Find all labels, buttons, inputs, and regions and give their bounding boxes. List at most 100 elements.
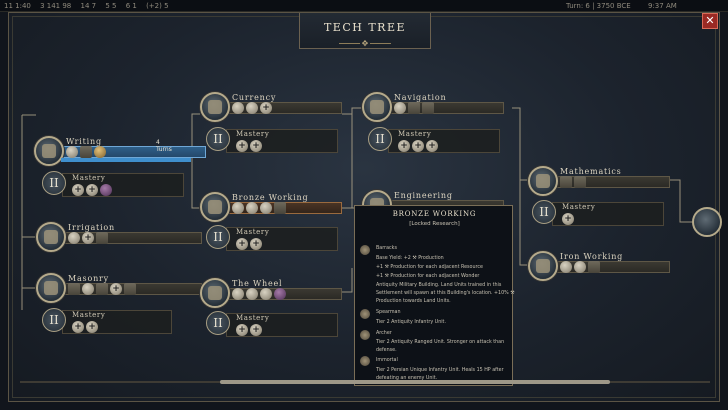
unlock-icons: + <box>68 232 108 245</box>
research-progress-bar <box>61 158 191 162</box>
mastery-label: Mastery <box>72 311 106 319</box>
plus-icon[interactable]: + <box>250 238 262 250</box>
tooltip-line: Tier 2 Antiquity Infantry Unit. <box>376 320 446 325</box>
unlock-icons <box>394 102 434 115</box>
unlock-circle-icon[interactable] <box>246 288 258 300</box>
unlock-circle-icon[interactable] <box>66 146 78 158</box>
unlock-cavalry-icon[interactable] <box>560 261 572 273</box>
plus-icon[interactable]: + <box>72 321 84 333</box>
plus-icon[interactable]: + <box>426 140 438 152</box>
mastery-label: Mastery <box>236 130 270 138</box>
unlock-spearman-icon[interactable] <box>246 202 258 214</box>
unlock-icons: + <box>68 283 136 296</box>
unlock-circle-icon[interactable] <box>82 283 94 295</box>
unlock-building-icon[interactable] <box>560 176 572 188</box>
unlock-icons <box>560 261 600 274</box>
unlock-soldier-icon[interactable] <box>574 261 586 273</box>
mastery-label: Mastery <box>562 203 596 211</box>
tooltip-line: Production towards Land Units. <box>376 299 451 304</box>
mastery-numeral: II <box>42 308 66 332</box>
plus-icon[interactable]: + <box>412 140 424 152</box>
bronze-icon <box>208 200 222 214</box>
unlock-building-icon[interactable] <box>96 232 108 244</box>
unlock-icons: + <box>232 102 272 115</box>
unlock-circle-icon[interactable] <box>260 288 272 300</box>
brick-icon <box>44 281 58 295</box>
unlock-building-icon[interactable] <box>96 283 108 295</box>
tooltip-subtitle: [Locked Research] <box>409 221 460 227</box>
bronze-working-medal <box>200 192 230 222</box>
mastery-label: Mastery <box>72 174 106 182</box>
plus-icon[interactable]: + <box>562 213 574 225</box>
mastery-icons: + + <box>236 140 262 152</box>
mastery-label: Mastery <box>236 314 270 322</box>
horizontal-scrollbar-thumb[interactable] <box>220 380 610 384</box>
offscreen-tech-medal[interactable] <box>692 207 722 237</box>
unlock-archer-icon[interactable] <box>260 202 272 214</box>
coin-icon <box>208 100 222 114</box>
wonder-icon[interactable] <box>100 184 112 196</box>
unlock-building-icon[interactable] <box>574 176 586 188</box>
plus-icon[interactable]: + <box>236 324 248 336</box>
plus-icon[interactable]: + <box>260 102 272 114</box>
the-wheel-medal <box>200 278 230 308</box>
plus-icon[interactable]: + <box>250 324 262 336</box>
tooltip-line: Barracks <box>376 246 397 251</box>
tooltip-line: Immortal <box>376 358 398 363</box>
mastery-icons: + + <box>236 324 262 336</box>
unlock-wonder-icon[interactable] <box>94 146 106 158</box>
mastery-label: Mastery <box>398 130 432 138</box>
unlock-building-icon[interactable] <box>588 261 600 273</box>
plus-icon[interactable]: + <box>72 184 84 196</box>
writing-medal <box>34 136 64 166</box>
navigation-medal <box>362 92 392 122</box>
wheel-icon <box>208 286 222 300</box>
unlock-library-icon[interactable] <box>80 146 92 158</box>
turns-remaining: 4 Turns <box>156 139 172 153</box>
unlock-icons <box>560 176 586 189</box>
unlock-wonder-icon[interactable] <box>274 288 286 300</box>
unlock-immortal-icon[interactable] <box>274 202 286 214</box>
tooltip-line: defense. <box>376 348 397 353</box>
plus-icon[interactable]: + <box>398 140 410 152</box>
tooltip-line: Base Yield: +2 ⚒ Production <box>376 256 444 261</box>
immortal-icon <box>360 356 370 366</box>
unlock-circle-icon[interactable] <box>232 102 244 114</box>
plus-icon[interactable]: + <box>82 232 94 244</box>
ship-icon <box>370 100 384 114</box>
mastery-numeral: II <box>206 225 230 249</box>
plus-icon[interactable]: + <box>250 140 262 152</box>
mastery-icons: + + <box>72 184 112 196</box>
unlock-building-icon[interactable] <box>408 102 420 114</box>
tooltip-line: Tier 2 Persian Unique Infantry Unit. Hea… <box>376 368 504 373</box>
unlock-circle-icon[interactable] <box>232 288 244 300</box>
tooltip-line: Archer <box>376 331 392 336</box>
unlock-icons <box>232 202 286 215</box>
mastery-numeral: II <box>206 311 230 335</box>
unlock-circle-icon[interactable] <box>394 102 406 114</box>
unlock-ship-icon[interactable] <box>422 102 434 114</box>
unlock-icons <box>232 288 286 301</box>
quill-icon <box>42 144 56 158</box>
mastery-numeral: II <box>42 171 66 195</box>
plus-icon[interactable]: + <box>236 140 248 152</box>
plus-icon[interactable]: + <box>86 184 98 196</box>
mastery-icons: + + + <box>398 140 438 152</box>
tooltip-line: +1 ⚒ Production for each adjacent Resour… <box>376 265 483 270</box>
mastery-icons: + + <box>72 321 98 333</box>
mathematics-medal <box>528 166 558 196</box>
plus-icon[interactable]: + <box>236 238 248 250</box>
unlock-circle-icon[interactable] <box>68 232 80 244</box>
node-title: Engineering <box>394 191 453 200</box>
masonry-medal <box>36 273 66 303</box>
unlock-circle-icon[interactable] <box>246 102 258 114</box>
archer-icon <box>360 330 370 340</box>
abacus-icon <box>536 174 550 188</box>
plus-icon[interactable]: + <box>86 321 98 333</box>
mastery-icons: + + <box>236 238 262 250</box>
unlock-barracks-icon[interactable] <box>232 202 244 214</box>
unlock-building-icon[interactable] <box>124 283 136 295</box>
plus-icon[interactable]: + <box>110 283 122 295</box>
mastery-icons: + <box>562 213 574 225</box>
unlock-building-icon[interactable] <box>68 283 80 295</box>
